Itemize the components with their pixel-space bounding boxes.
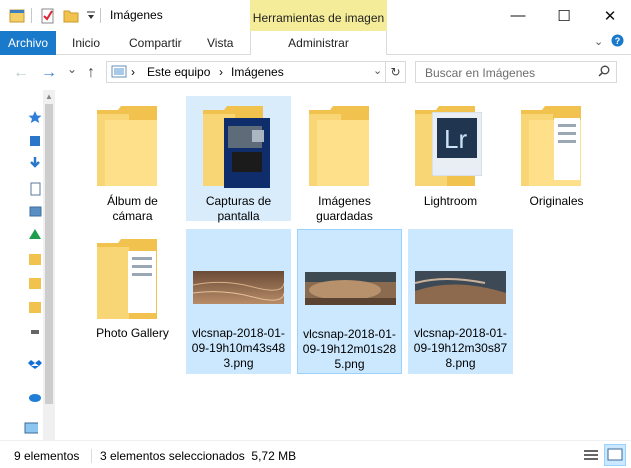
documents-icon[interactable] [28, 182, 42, 196]
navigation-pane: ▲ [0, 90, 56, 440]
folder-item[interactable]: Originales [504, 96, 609, 221]
image-item[interactable]: vlcsnap-2018-01- 09-19h10m43s48 3.png [186, 229, 291, 374]
item-label: Photo Gallery [96, 326, 169, 340]
dropbox-icon[interactable] [28, 358, 42, 372]
search-box[interactable] [415, 61, 617, 83]
svg-text:?: ? [615, 36, 621, 46]
ribbon-tabs: Archivo Inicio Compartir Vista Administr… [0, 31, 631, 55]
minimize-icon: — [510, 7, 526, 24]
content-scrollbar[interactable] [617, 90, 631, 440]
item-label: Álbum de cámara [107, 194, 158, 223]
address-bar[interactable]: › Este equipo › Imágenes ⌄ [106, 61, 386, 83]
item-label: vlcsnap-2018-01- 09-19h12m01s28 5.png [302, 327, 397, 371]
folder-nav-icon-3[interactable] [28, 300, 42, 314]
breadcrumb-sep: › [131, 65, 135, 79]
new-folder-icon[interactable] [63, 8, 79, 24]
contextual-tab-title: Herramientas de imagen [250, 0, 387, 33]
screenshots-preview-icon [224, 118, 270, 188]
title-bar: Imágenes Herramientas de imagen — ☐ ✕ [0, 0, 631, 33]
tab-administrar[interactable]: Administrar [250, 31, 387, 55]
downloads-icon[interactable] [28, 156, 42, 170]
image-item[interactable]: vlcsnap-2018-01- 09-19h12m30s87 8.png [408, 229, 513, 374]
desktop-icon[interactable] [28, 134, 42, 148]
explorer-window-icon[interactable] [9, 8, 25, 24]
maximize-icon: ☐ [557, 7, 571, 25]
folder-item[interactable]: Imágenes guardadas [292, 96, 397, 223]
drive-icon[interactable] [28, 228, 42, 242]
folder-nav-icon-2[interactable] [28, 276, 42, 290]
address-dropdown-icon[interactable]: ⌄ [373, 64, 382, 77]
up-arrow-icon[interactable]: ↑ [87, 64, 95, 82]
minimize-button[interactable]: — [495, 0, 541, 31]
search-input[interactable] [425, 65, 595, 80]
image-thumbnail [415, 271, 506, 304]
status-divider [91, 449, 92, 463]
refresh-icon: ↻ [390, 65, 401, 79]
item-label: Lightroom [423, 194, 478, 208]
close-icon: ✕ [603, 7, 617, 25]
this-pc-icon[interactable] [24, 422, 38, 436]
close-button[interactable]: ✕ [587, 0, 631, 31]
tab-archivo[interactable]: Archivo [0, 31, 56, 55]
recent-locations-icon[interactable]: ⌄ [67, 62, 77, 76]
folder-icon [309, 106, 369, 186]
back-arrow-icon[interactable]: ← [13, 64, 29, 82]
item-label: vlcsnap-2018-01- 09-19h12m30s87 8.png [413, 326, 508, 370]
details-view-button[interactable] [580, 444, 602, 466]
folder-item[interactable]: Lr Lightroom [398, 96, 503, 221]
tab-inicio[interactable]: Inicio [72, 31, 100, 55]
search-icon[interactable] [598, 65, 610, 80]
image-thumbnail [193, 271, 284, 304]
photo-gallery-preview-icon [128, 251, 156, 313]
tab-vista[interactable]: Vista [207, 31, 233, 55]
refresh-button[interactable]: ↻ [386, 61, 406, 83]
tab-compartir[interactable]: Compartir [129, 31, 182, 55]
scroll-thumb[interactable] [45, 104, 53, 404]
help-icon[interactable]: ? [611, 34, 624, 50]
pictures-icon[interactable] [28, 204, 42, 218]
breadcrumb-sep: › [219, 65, 223, 79]
folder-nav-icon-4[interactable] [28, 328, 42, 342]
selection-info: 3 elementos seleccionados 5,72 MB [100, 449, 297, 463]
folder-item-hover[interactable]: Capturas de pantalla [186, 96, 291, 223]
file-list: Álbum de cámara Capturas de pantalla Imá… [57, 90, 631, 440]
item-label: Imágenes guardadas [316, 194, 373, 223]
folder-item[interactable]: Álbum de cámara [80, 96, 185, 223]
quick-access-star-icon[interactable] [28, 110, 42, 124]
scroll-up-icon[interactable]: ▲ [45, 92, 53, 101]
breadcrumb-imagenes[interactable]: Imágenes [231, 65, 284, 79]
breadcrumb-este-equipo[interactable]: Este equipo [147, 65, 210, 79]
image-item-focused[interactable]: vlcsnap-2018-01- 09-19h12m01s28 5.png [297, 229, 402, 374]
item-label: Capturas de pantalla [205, 194, 272, 223]
onedrive-icon[interactable] [28, 390, 42, 404]
pictures-location-icon [111, 65, 127, 82]
document-preview-icon [554, 118, 580, 180]
large-icons-view-button[interactable] [604, 444, 626, 466]
maximize-button[interactable]: ☐ [541, 0, 587, 31]
properties-icon[interactable] [40, 8, 56, 24]
navigation-scrollbar[interactable]: ▲ [43, 90, 55, 440]
folder-item[interactable]: Photo Gallery [80, 229, 185, 374]
lightroom-preview-icon: Lr [432, 112, 482, 176]
folder-nav-icon-1[interactable] [28, 252, 42, 266]
item-label: vlcsnap-2018-01- 09-19h10m43s48 3.png [191, 326, 286, 370]
status-bar: 9 elementos 3 elementos seleccionados 5,… [0, 440, 631, 468]
image-thumbnail [305, 272, 396, 305]
expand-ribbon-icon[interactable]: ⌄ [594, 35, 603, 48]
folder-icon [97, 106, 157, 186]
item-label: Originales [529, 194, 584, 208]
forward-arrow-icon[interactable]: → [41, 64, 57, 82]
window-title: Imágenes [110, 8, 163, 22]
item-count: 9 elementos [14, 449, 80, 463]
svg-text:Lr: Lr [444, 124, 467, 154]
